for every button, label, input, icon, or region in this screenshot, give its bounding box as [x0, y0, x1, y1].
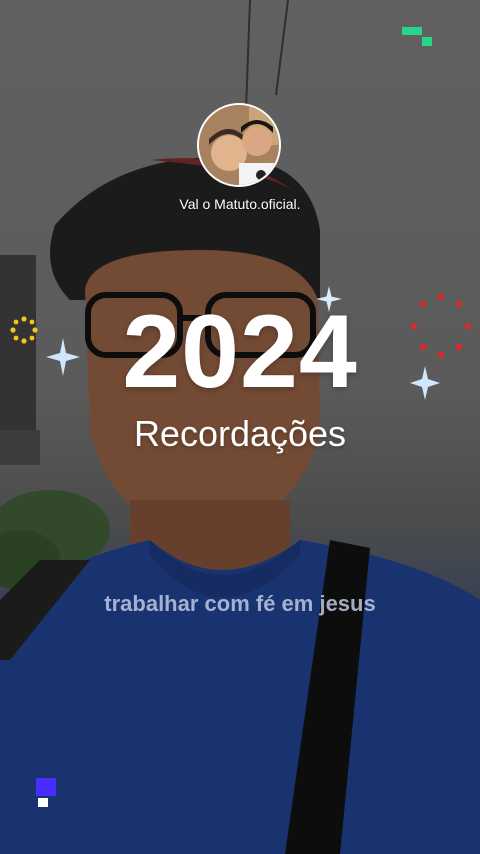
story-subtitle: Recordações [133, 413, 347, 454]
profile-avatar[interactable] [197, 103, 281, 187]
story-username[interactable]: Val o Matuto.oficial. [0, 196, 480, 212]
avatar-photo [199, 105, 279, 185]
story-year-title: 2024 [122, 294, 358, 410]
pixel-mark-icon [36, 778, 56, 807]
story-viewer[interactable]: Val o Matuto.oficial. 2024 Recordações t… [0, 0, 480, 854]
story-caption: trabalhar com fé em jesus [104, 591, 376, 616]
pixel-logo-icon [402, 27, 432, 46]
